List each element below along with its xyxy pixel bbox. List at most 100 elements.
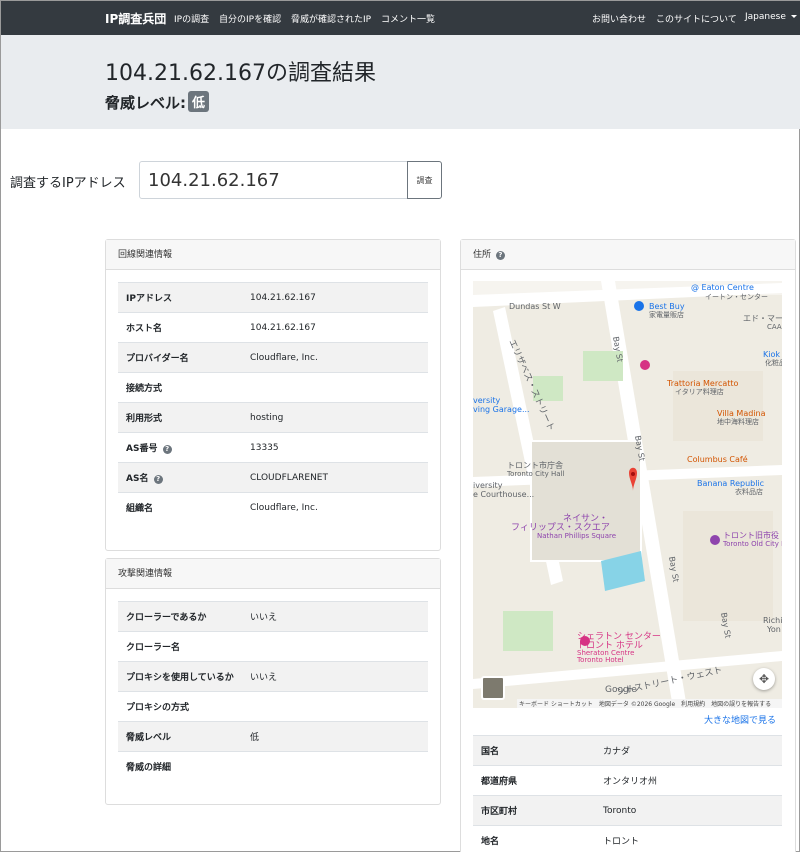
- table-row: 地名 トロント: [473, 825, 782, 852]
- row-key: 国名: [473, 735, 595, 766]
- nav-link-my-ip[interactable]: 自分のIPを確認: [219, 12, 281, 25]
- map-label-eaton: @ Eaton Centre: [691, 283, 754, 292]
- map-label-eaton-jp: イートン・センター: [705, 292, 768, 301]
- row-value: [242, 751, 428, 782]
- row-key: プロキシの方式: [118, 691, 242, 722]
- row-key: 地名: [473, 825, 595, 852]
- table-row: 都道府県 オンタリオ州: [473, 765, 782, 796]
- chevron-down-icon: [790, 15, 797, 18]
- nav-link-about[interactable]: このサイトについて: [656, 12, 737, 25]
- map-label-trattoria: Trattoria Mercatto: [666, 379, 739, 388]
- line-info-header: 回線関連情報: [106, 240, 440, 270]
- attack-info-header: 攻撃関連情報: [106, 559, 440, 589]
- map-footer-attribution: キーボード ショートカット 地図データ ©2026 Google 利用規約 地図…: [519, 700, 771, 708]
- table-row: クローラーであるか いいえ: [118, 601, 428, 632]
- search-label: 調査するIPアドレス: [10, 176, 126, 191]
- nav-link-contact[interactable]: お問い合わせ: [592, 12, 646, 25]
- table-row: プロバイダー名 Cloudflare, Inc.: [118, 342, 428, 373]
- satellite-toggle-button[interactable]: [481, 676, 505, 700]
- map-label-courthouse1: iversity: [473, 481, 503, 490]
- row-value: 104.21.62.167: [242, 282, 428, 313]
- table-row: プロキシを使用しているか いいえ: [118, 661, 428, 692]
- larger-map-link[interactable]: 大きな地図で見る: [704, 713, 776, 726]
- row-value: [242, 691, 428, 722]
- map-label-richmond: Richi: [763, 616, 782, 625]
- table-row: AS名 ? CLOUDFLARENET: [118, 462, 428, 493]
- map-label-garage: ving Garage...: [473, 405, 530, 414]
- row-key: クローラー名: [118, 631, 242, 662]
- row-key: ホスト名: [118, 312, 242, 343]
- map-label-dundas: Dundas St W: [509, 302, 561, 311]
- question-icon[interactable]: ?: [153, 475, 163, 484]
- row-value: カナダ: [595, 735, 782, 766]
- row-value: 低: [242, 721, 428, 752]
- language-dropdown[interactable]: Japanese: [745, 12, 797, 22]
- table-row: 接続方式: [118, 372, 428, 403]
- row-key: 都道府県: [473, 765, 595, 796]
- page-title: 104.21.62.167の調査結果: [105, 61, 376, 86]
- table-row: 市区町村 Toronto: [473, 795, 782, 826]
- row-key: 利用形式: [118, 402, 242, 433]
- row-value: Cloudflare, Inc.: [242, 342, 428, 373]
- table-row: ホスト名 104.21.62.167: [118, 312, 428, 343]
- question-icon[interactable]: ?: [495, 251, 505, 260]
- map-label-cityhall-jp: トロント市庁舎: [507, 460, 563, 470]
- threat-level: 脅威レベル: 低: [105, 91, 210, 113]
- map-label-richmond2: Yon: [766, 625, 781, 634]
- map-label-ed2: CAA: [767, 323, 782, 331]
- attack-info-table: クローラーであるか いいえ クローラー名 プロキシを使用しているか いいえ プロキシ…: [118, 601, 428, 782]
- threat-level-label: 脅威レベル:: [105, 94, 186, 112]
- map-label-ed: エド・マー: [743, 314, 782, 323]
- map-label-villa: Villa Madina: [717, 409, 766, 418]
- map-label-google: Google: [605, 685, 637, 695]
- attack-info-card: 攻撃関連情報 クローラーであるか いいえ クローラー名 プロキシを使用しているかい…: [105, 558, 441, 805]
- map-label-trattoria-jp: イタリア料理店: [675, 387, 724, 396]
- location-map[interactable]: Dundas St W @ Eaton Centre イートン・センター Bes…: [473, 281, 782, 708]
- nav-link-lookup[interactable]: IPの調査: [174, 12, 209, 25]
- table-row: 脅威の詳細: [118, 751, 428, 782]
- row-value: オンタリオ州: [595, 765, 782, 796]
- row-value: 13335: [242, 432, 428, 463]
- map-canvas: Dundas St W @ Eaton Centre イートン・センター Bes…: [473, 281, 782, 708]
- result-header: 104.21.62.167の調査結果 脅威レベル: 低: [1, 35, 800, 129]
- nav-link-comments[interactable]: コメント一覧: [381, 12, 435, 25]
- row-key: 組織名: [118, 492, 242, 523]
- row-key: プロキシを使用しているか: [118, 661, 242, 692]
- table-row: AS番号 ? 13335: [118, 432, 428, 463]
- map-label-bestbuy: Best Buy: [649, 302, 685, 311]
- map-label-bestbuy-jp: 家電量販店: [649, 310, 684, 319]
- map-label-nathan3: Nathan Phillips Square: [537, 532, 616, 540]
- map-label-cityhall: Toronto City Hall: [506, 470, 565, 478]
- map-label-university: versity: [473, 396, 500, 405]
- line-info-card: 回線関連情報 IPアドレス 104.21.62.167 ホスト名 104.21.62…: [105, 239, 441, 551]
- brand-link[interactable]: IP調査兵団: [105, 10, 166, 27]
- question-icon[interactable]: ?: [162, 445, 172, 454]
- row-key: プロバイダー名: [118, 342, 242, 373]
- table-row: IPアドレス 104.21.62.167: [118, 282, 428, 313]
- row-value: 104.21.62.167: [242, 312, 428, 343]
- bestbuy-pin-icon: [634, 301, 644, 311]
- address-table: 国名 カナダ 都道府県 オンタリオ州 市区町村 Toronto 地名 トロント: [473, 735, 782, 852]
- row-key: 市区町村: [473, 795, 595, 826]
- navbar: IP調査兵団 IPの調査 自分のIPを確認 脅威が確認されたIP コメント一覧 …: [1, 1, 800, 35]
- row-value: Cloudflare, Inc.: [242, 492, 428, 523]
- fullscreen-control-button[interactable]: ✥: [753, 668, 775, 690]
- row-value: トロント: [595, 825, 782, 852]
- ip-search-input[interactable]: [139, 161, 408, 199]
- map-label-kiok2: 化粧品: [765, 358, 782, 367]
- row-key: 脅威レベル: [118, 721, 242, 752]
- row-key-text: AS名: [126, 474, 149, 484]
- row-value: いいえ: [242, 601, 428, 632]
- row-key: AS番号 ?: [118, 432, 242, 463]
- language-label: Japanese: [745, 12, 786, 22]
- map-label-oldcity-jp: トロント旧市役: [723, 530, 779, 540]
- row-key: クローラーであるか: [118, 601, 242, 632]
- restaurant-pin-icon: [640, 360, 650, 370]
- row-value: CLOUDFLARENET: [242, 462, 428, 493]
- map-label-columbus: Columbus Café: [687, 454, 748, 464]
- search-button[interactable]: 調査: [407, 161, 442, 199]
- table-row: プロキシの方式: [118, 691, 428, 722]
- map-label-courthouse2: e Courthouse...: [473, 490, 534, 499]
- line-info-table: IPアドレス 104.21.62.167 ホスト名 104.21.62.167 プロ…: [118, 282, 428, 523]
- nav-link-threat-ips[interactable]: 脅威が確認されたIP: [291, 12, 371, 25]
